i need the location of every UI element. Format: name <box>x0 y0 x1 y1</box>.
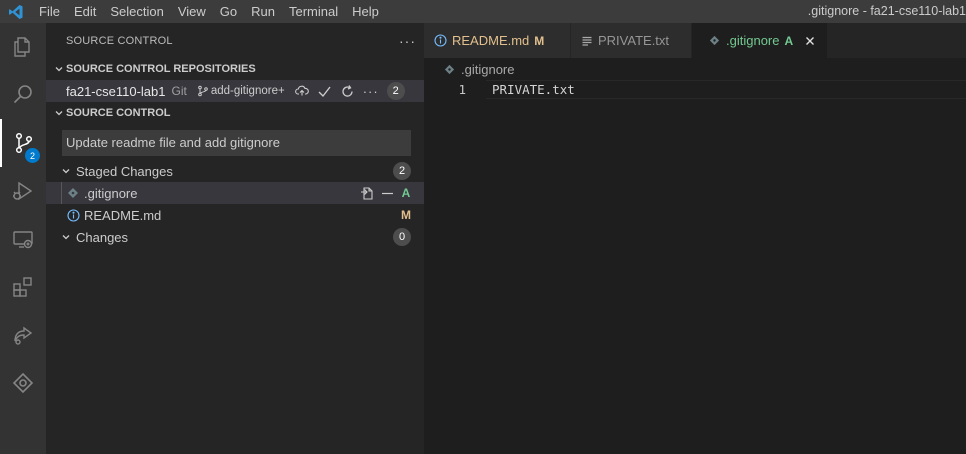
code-line[interactable]: 1 PRIVATE.txt <box>424 80 966 99</box>
commit-check-icon[interactable] <box>317 84 332 99</box>
vscode-logo-icon <box>0 0 32 23</box>
branch-picker[interactable]: add-gitignore+ <box>197 85 285 97</box>
chevron-down-icon <box>59 230 73 244</box>
breadcrumb[interactable]: .gitignore <box>424 58 966 80</box>
git-branch-icon <box>197 85 209 97</box>
repositories-section-header[interactable]: SOURCE CONTROL REPOSITORIES <box>46 58 424 80</box>
source-control-icon[interactable]: 2 <box>0 119 46 167</box>
repository-changes-badge: 2 <box>386 82 405 100</box>
staged-file-actions: A <box>359 182 411 204</box>
source-control-section-header[interactable]: SOURCE CONTROL <box>46 102 424 124</box>
menu-selection[interactable]: Selection <box>103 0 170 23</box>
staged-file-gitignore[interactable]: .gitignore A <box>46 182 424 204</box>
publish-branch-icon[interactable] <box>294 84 309 98</box>
gitignore-file-icon <box>65 185 81 201</box>
source-control-sidebar: SOURCE CONTROL ··· SOURCE CONTROL REPOSI… <box>46 23 424 454</box>
chevron-down-icon <box>52 106 66 120</box>
indent-guide <box>61 182 62 204</box>
repository-row[interactable]: fa21-cse110-lab1 Git add-gitignore+ ··· … <box>46 80 424 102</box>
gitlens-icon[interactable] <box>0 359 46 407</box>
changes-label: Changes <box>76 229 129 245</box>
tab-gitignore-status: A <box>784 33 794 48</box>
close-icon[interactable] <box>802 33 817 49</box>
staged-file-status: M <box>401 204 411 226</box>
gitignore-file-icon <box>709 35 720 46</box>
editor-area: README.md M PRIVATE.txt .gitignore A .gi… <box>424 23 966 454</box>
more-actions-icon[interactable]: ··· <box>399 33 416 49</box>
source-control-section-title: SOURCE CONTROL <box>66 107 171 119</box>
repository-actions: ··· 2 <box>294 82 405 100</box>
commit-message-input[interactable]: Update readme file and add gitignore <box>62 130 411 156</box>
tab-gitignore-label: .gitignore <box>726 33 780 48</box>
modified-status-badge: M <box>401 208 411 222</box>
refresh-icon[interactable] <box>340 84 355 99</box>
sidebar-header: SOURCE CONTROL ··· <box>46 23 424 58</box>
search-icon[interactable] <box>0 71 46 119</box>
info-icon <box>434 34 447 47</box>
staged-file-name: .gitignore <box>84 185 138 201</box>
editor-tabs: README.md M PRIVATE.txt .gitignore A <box>424 23 966 58</box>
repository-type: Git <box>171 84 187 98</box>
menu-edit[interactable]: Edit <box>67 0 103 23</box>
gitignore-file-icon <box>444 64 455 75</box>
tab-private-label: PRIVATE.txt <box>598 33 670 48</box>
unstage-icon[interactable] <box>380 186 395 201</box>
window-title: .gitignore - fa21-cse110-lab1 <box>807 4 966 18</box>
menu-run[interactable]: Run <box>244 0 282 23</box>
tab-readme-status: M <box>534 33 545 48</box>
staged-changes-right: 2 <box>393 160 411 182</box>
line-number: 1 <box>458 82 466 97</box>
staged-changes-label: Staged Changes <box>76 163 173 179</box>
tab-private[interactable]: PRIVATE.txt <box>571 23 692 58</box>
staged-file-name: README.md <box>84 207 162 223</box>
tab-readme[interactable]: README.md M <box>424 23 571 58</box>
repository-name: fa21-cse110-lab1 <box>66 83 166 99</box>
menu-terminal[interactable]: Terminal <box>282 0 345 23</box>
staged-changes-group[interactable]: Staged Changes 2 <box>46 160 424 182</box>
tab-gitignore[interactable]: .gitignore A <box>692 23 828 58</box>
info-icon <box>65 207 81 223</box>
live-share-icon[interactable] <box>0 311 46 359</box>
changes-right: 0 <box>393 226 411 248</box>
repositories-section-title: SOURCE CONTROL REPOSITORIES <box>66 63 256 75</box>
commit-message-container: Update readme file and add gitignore <box>46 124 424 160</box>
menu-go[interactable]: Go <box>213 0 244 23</box>
explorer-icon[interactable] <box>0 23 46 71</box>
branch-name: add-gitignore+ <box>210 85 285 97</box>
text-file-icon <box>581 35 593 47</box>
source-control-badge: 2 <box>25 148 40 163</box>
remote-explorer-icon[interactable] <box>0 215 46 263</box>
current-line-highlight <box>486 80 966 99</box>
activity-bar: 2 <box>0 23 46 454</box>
sidebar-title: SOURCE CONTROL <box>66 34 173 47</box>
menu-help[interactable]: Help <box>345 0 386 23</box>
tab-readme-label: README.md <box>452 33 530 48</box>
extensions-icon[interactable] <box>0 263 46 311</box>
open-file-icon[interactable] <box>359 186 374 201</box>
run-debug-icon[interactable] <box>0 167 46 215</box>
menu-view[interactable]: View <box>171 0 213 23</box>
added-status-badge: A <box>401 186 411 200</box>
staged-file-readme[interactable]: README.md M <box>46 204 424 226</box>
changes-count-badge: 0 <box>393 228 411 246</box>
breadcrumb-file[interactable]: .gitignore <box>461 62 514 77</box>
menu-file[interactable]: File <box>32 0 67 23</box>
changes-group[interactable]: Changes 0 <box>46 226 424 248</box>
staged-changes-count-badge: 2 <box>393 162 411 180</box>
menu-bar: File Edit Selection View Go Run Terminal… <box>32 0 386 23</box>
title-bar: File Edit Selection View Go Run Terminal… <box>0 0 966 23</box>
chevron-down-icon <box>52 62 66 76</box>
chevron-down-icon <box>59 164 73 178</box>
more-actions-icon[interactable]: ··· <box>363 84 379 99</box>
